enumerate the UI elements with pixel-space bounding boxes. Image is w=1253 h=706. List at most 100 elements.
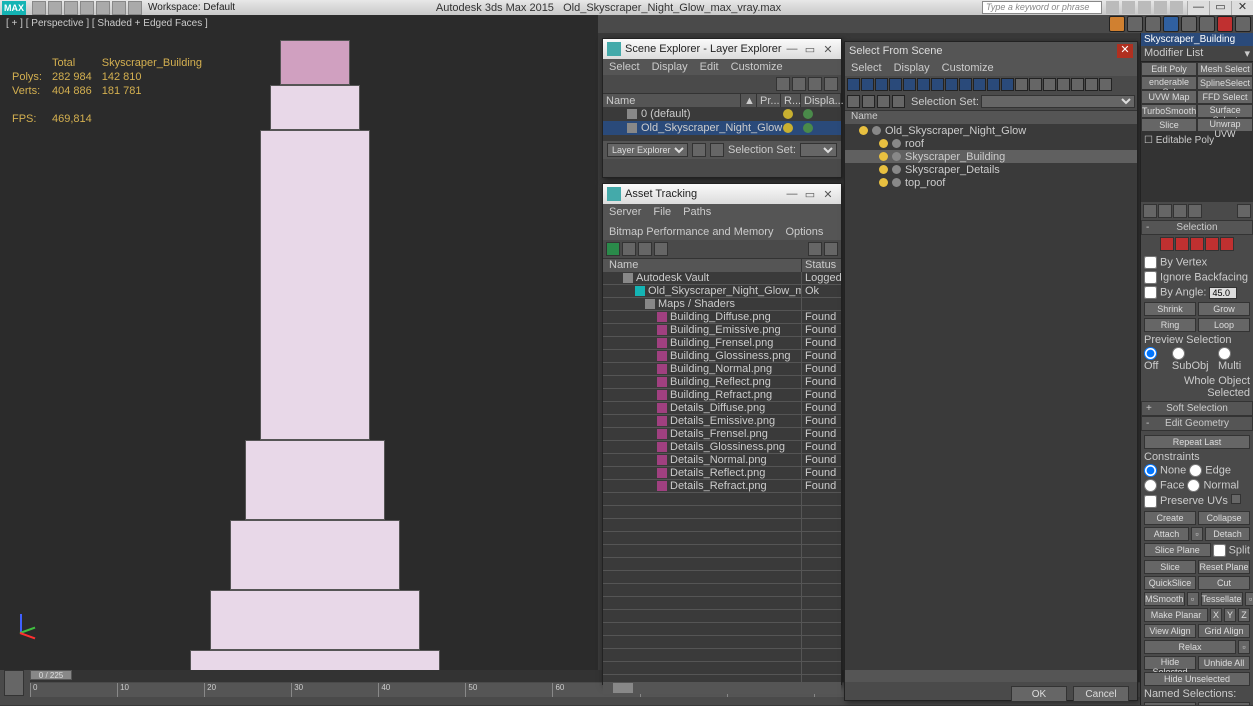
modifier-shortcut-button[interactable]: Slice — [1141, 118, 1197, 132]
preview-off-radio[interactable]: Off — [1144, 346, 1169, 373]
toolbar-icon[interactable] — [654, 242, 668, 256]
cancel-button[interactable]: Cancel — [1073, 686, 1129, 702]
workspace-dropdown[interactable]: Workspace: Default — [148, 2, 235, 13]
scene-tree[interactable]: Old_Skyscraper_Night_GlowroofSkyscraper_… — [845, 124, 1137, 670]
planar-y-button[interactable]: Y — [1224, 608, 1236, 622]
edge-level-icon[interactable] — [1175, 237, 1189, 251]
attach-settings-button[interactable]: ▫ — [1191, 527, 1203, 541]
toolbar-icon[interactable] — [1217, 16, 1233, 32]
pin-stack-icon[interactable] — [1143, 204, 1157, 218]
selection-rollout-header[interactable]: Selection — [1141, 220, 1253, 235]
favorite-icon[interactable] — [1154, 1, 1167, 14]
maximize-button[interactable]: ▭ — [801, 188, 819, 201]
hide-selected-button[interactable]: Hide Selected — [1144, 656, 1196, 670]
modifier-shortcut-button[interactable]: UVW Map — [1141, 90, 1197, 104]
constraint-edge-radio[interactable]: Edge — [1189, 463, 1231, 478]
angle-spinner[interactable]: 45.0 — [1209, 287, 1237, 299]
viewport-label[interactable]: [ + ] [ Perspective ] [ Shaded + Edged F… — [6, 18, 208, 29]
modifier-shortcut-button[interactable]: enderable Spl — [1141, 76, 1197, 90]
asset-row[interactable]: Building_Diffuse.pngFound — [603, 311, 841, 324]
scene-node[interactable]: Old_Skyscraper_Night_Glow — [845, 124, 1137, 137]
asset-row[interactable]: Details_Reflect.pngFound — [603, 467, 841, 480]
filter-icon[interactable] — [1057, 78, 1070, 91]
ring-button[interactable]: Ring — [1144, 318, 1196, 332]
menu-item[interactable]: Display — [894, 62, 930, 74]
toolbar-icon[interactable] — [1181, 16, 1197, 32]
toolbar-icon[interactable] — [808, 242, 822, 256]
quickslice-button[interactable]: QuickSlice — [1144, 576, 1196, 590]
layer-tree[interactable]: 0 (default)Old_Skyscraper_Night_Glow — [603, 107, 841, 141]
filter-icon[interactable] — [1015, 78, 1028, 91]
tessellate-button[interactable]: Tessellate — [1201, 592, 1243, 606]
menu-item[interactable]: Options — [785, 226, 823, 238]
close-button[interactable]: ✕ — [819, 43, 837, 56]
explorer-mode-dropdown[interactable]: Layer Explorer — [607, 143, 688, 157]
split-checkbox[interactable]: Split — [1213, 543, 1250, 558]
modifier-list-dropdown[interactable]: Modifier List▾ — [1141, 46, 1253, 62]
filter-icon[interactable] — [1085, 78, 1098, 91]
asset-row[interactable]: Building_Glossiness.pngFound — [603, 350, 841, 363]
scene-node[interactable]: Skyscraper_Building — [845, 150, 1137, 163]
by-vertex-checkbox[interactable]: By Vertex — [1144, 255, 1250, 270]
menu-item[interactable]: Bitmap Performance and Memory — [609, 226, 773, 238]
loop-button[interactable]: Loop — [1198, 318, 1250, 332]
toolbar-icon[interactable] — [1145, 16, 1161, 32]
detach-button[interactable]: Detach — [1205, 527, 1250, 541]
cut-button[interactable]: Cut — [1198, 576, 1250, 590]
qat-project-icon[interactable] — [128, 1, 142, 15]
selection-set-dropdown[interactable] — [800, 143, 837, 157]
toolbar-icon[interactable] — [824, 77, 838, 91]
constraint-none-radio[interactable]: None — [1144, 463, 1186, 478]
asset-row[interactable]: Old_Skyscraper_Night_Glow_max_vray.maxOk — [603, 285, 841, 298]
filter-icon[interactable] — [959, 78, 972, 91]
modifier-shortcut-button[interactable]: Unwrap UVW — [1197, 118, 1253, 132]
polygon-level-icon[interactable] — [1205, 237, 1219, 251]
asset-row[interactable]: Building_Reflect.pngFound — [603, 376, 841, 389]
toolbar-icon[interactable] — [710, 143, 724, 157]
reset-plane-button[interactable]: Reset Plane — [1198, 560, 1250, 574]
filter-icon[interactable] — [931, 78, 944, 91]
toolbar-icon[interactable] — [877, 95, 890, 108]
filter-icon[interactable] — [945, 78, 958, 91]
menu-item[interactable]: Customize — [942, 62, 994, 74]
scene-node[interactable]: Skyscraper_Details — [845, 163, 1137, 176]
copy-button[interactable]: Copy — [1144, 702, 1196, 705]
asset-row[interactable]: Autodesk VaultLogged — [603, 272, 841, 285]
filter-icon[interactable] — [917, 78, 930, 91]
object-name-field[interactable]: Skyscraper_Building — [1141, 33, 1253, 46]
scene-node[interactable]: roof — [845, 137, 1137, 150]
column-header[interactable]: Name — [845, 110, 1137, 124]
filter-icon[interactable] — [973, 78, 986, 91]
toolbar-icon[interactable] — [776, 77, 790, 91]
menu-item[interactable]: Display — [652, 61, 688, 73]
set-key-button[interactable] — [4, 670, 24, 696]
vertex-level-icon[interactable] — [1160, 237, 1174, 251]
preview-multi-radio[interactable]: Multi — [1218, 346, 1250, 373]
maximize-button[interactable]: ▭ — [1209, 1, 1231, 15]
soft-selection-rollout-header[interactable]: Soft Selection — [1141, 401, 1253, 416]
help-search-input[interactable]: Type a keyword or phrase — [982, 1, 1102, 14]
slice-button[interactable]: Slice — [1144, 560, 1196, 574]
menu-item[interactable]: Edit — [700, 61, 719, 73]
toolbar-icon[interactable] — [1163, 16, 1179, 32]
menu-item[interactable]: Server — [609, 206, 641, 218]
relax-button[interactable]: Relax — [1144, 640, 1236, 654]
slice-plane-button[interactable]: Slice Plane — [1144, 543, 1211, 557]
qat-undo-icon[interactable] — [80, 1, 94, 15]
toolbar-icon[interactable] — [622, 242, 636, 256]
menu-item[interactable]: Customize — [731, 61, 783, 73]
paste-button[interactable]: Paste — [1198, 702, 1250, 705]
toolbar-icon[interactable] — [847, 95, 860, 108]
toolbar-icon[interactable] — [1235, 16, 1251, 32]
preserve-uvs-checkbox[interactable]: Preserve UVs — [1144, 493, 1250, 509]
signin-icon[interactable] — [1122, 1, 1135, 14]
asset-row[interactable]: Details_Frensel.pngFound — [603, 428, 841, 441]
filter-icon[interactable] — [889, 78, 902, 91]
help-icon[interactable] — [1170, 1, 1183, 14]
horizontal-scrollbar[interactable] — [603, 682, 841, 694]
toolbar-icon[interactable] — [1199, 16, 1215, 32]
layer-row[interactable]: Old_Skyscraper_Night_Glow — [603, 121, 841, 135]
modifier-shortcut-button[interactable]: Edit Poly — [1141, 62, 1197, 76]
column-headers[interactable]: Name ▲ Pr... R... Displa... — [603, 93, 841, 107]
horizontal-scrollbar[interactable] — [845, 670, 1137, 682]
